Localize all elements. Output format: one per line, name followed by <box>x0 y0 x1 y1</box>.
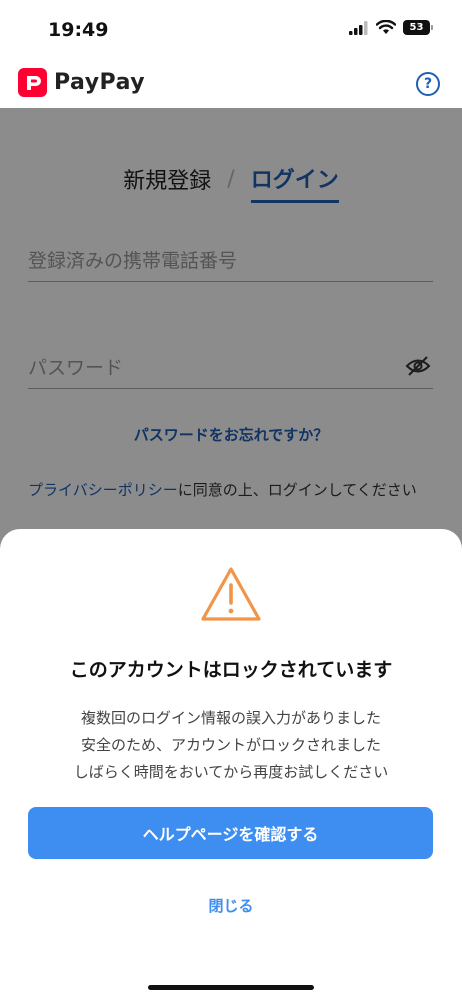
account-locked-sheet: このアカウントはロックされています 複数回のログイン情報の誤入力がありました 安… <box>0 529 462 999</box>
warning-icon <box>201 567 261 621</box>
wifi-icon <box>376 20 396 34</box>
help-page-button[interactable]: ヘルプページを確認する <box>28 807 433 859</box>
dialog-message-line: しばらく時間をおいてから再度お試しください <box>73 763 389 781</box>
battery-icon: 53 <box>403 20 433 35</box>
signal-icon <box>349 20 368 35</box>
home-indicator[interactable] <box>148 985 314 990</box>
help-icon[interactable]: ? <box>416 72 440 96</box>
status-time: 19:49 <box>48 19 109 41</box>
close-button[interactable]: 閉じる <box>0 895 462 916</box>
dialog-message: 複数回のログイン情報の誤入力がありました 安全のため、アカウントがロックされまし… <box>0 705 462 786</box>
battery-level: 53 <box>409 22 424 33</box>
help-label: ? <box>423 76 433 92</box>
dialog-message-line: 安全のため、アカウントがロックされました <box>80 736 381 754</box>
paypay-logo: PayPay <box>18 68 145 97</box>
paypay-logo-icon <box>18 68 47 97</box>
dialog-message-line: 複数回のログイン情報の誤入力がありました <box>80 709 381 727</box>
status-icons: 53 <box>349 20 433 35</box>
app-header: PayPay ? <box>0 58 462 108</box>
logo-text: PayPay <box>54 70 146 95</box>
dialog-title: このアカウントはロックされています <box>69 659 393 681</box>
status-bar: 19:49 53 <box>0 0 462 58</box>
